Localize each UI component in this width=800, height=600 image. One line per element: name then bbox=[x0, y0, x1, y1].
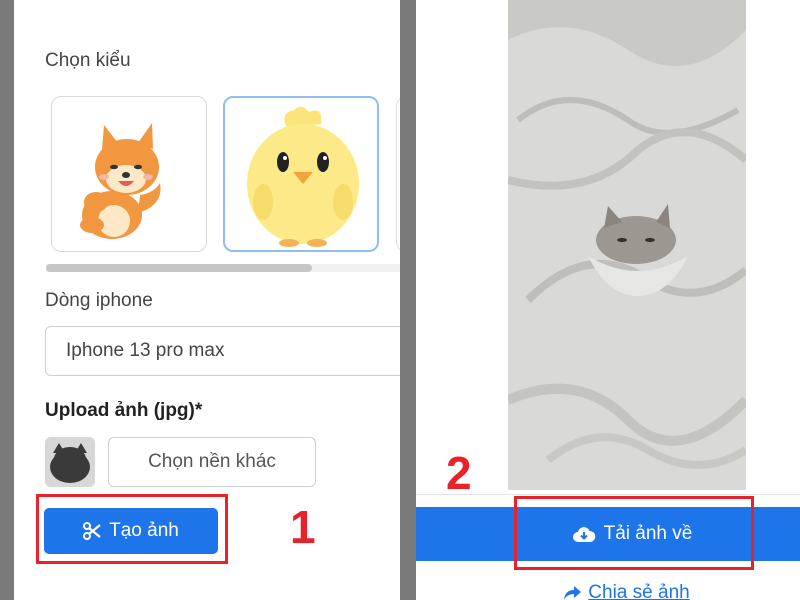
share-arrow-icon bbox=[564, 586, 582, 600]
step-number-1: 1 bbox=[290, 501, 316, 553]
highlight-box-step-1 bbox=[36, 494, 228, 564]
choose-background-button[interactable]: Chọn nền khác bbox=[108, 437, 316, 487]
style-card-shiba[interactable] bbox=[51, 96, 207, 252]
style-card-next[interactable] bbox=[396, 96, 400, 252]
highlight-box-step-2 bbox=[514, 496, 754, 570]
share-image-label: Chia sẻ ảnh bbox=[588, 582, 690, 600]
style-card-chick[interactable] bbox=[223, 96, 379, 252]
chick-sticker-icon bbox=[247, 106, 359, 247]
phone-model-select[interactable]: Iphone 13 pro max bbox=[45, 326, 400, 376]
shiba-sticker-icon bbox=[80, 123, 161, 239]
style-scrollbar[interactable] bbox=[46, 264, 400, 272]
phone-model-label: Dòng iphone bbox=[45, 290, 153, 311]
upload-label: Upload ảnh (jpg)* bbox=[45, 400, 203, 421]
share-image-link[interactable]: Chia sẻ ảnh bbox=[536, 578, 716, 600]
step-number-2: 2 bbox=[446, 447, 472, 499]
uploaded-image-thumbnail bbox=[45, 437, 95, 487]
style-scrollbar-thumb[interactable] bbox=[46, 264, 312, 272]
divider bbox=[416, 494, 800, 495]
choose-style-label: Chọn kiểu bbox=[45, 50, 131, 71]
result-photo bbox=[506, 0, 750, 490]
